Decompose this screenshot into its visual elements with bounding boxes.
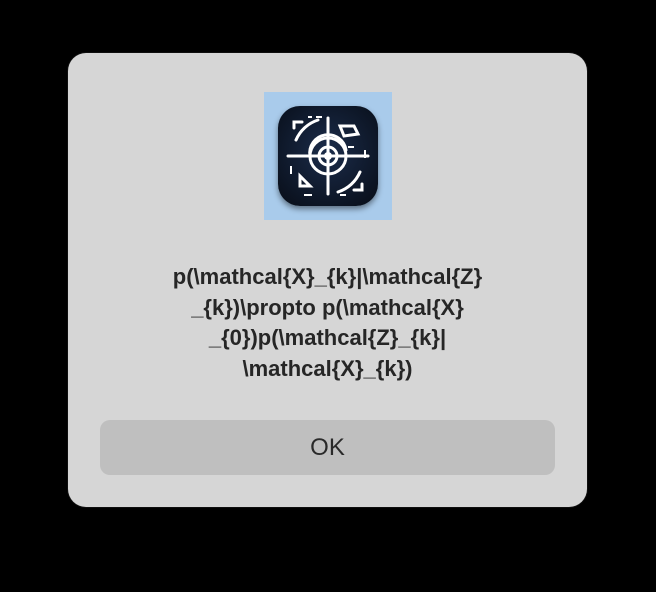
app-logo-tile [278, 106, 378, 206]
alert-message-line: _{0})p(\mathcal{Z}_{k}| [208, 325, 447, 350]
logo-symbol-icon [286, 116, 370, 196]
alert-message-line: p(\mathcal{X}_{k}|\mathcal{Z} [172, 264, 483, 289]
alert-message-line: _{k})\propto p(\mathcal{X} [191, 294, 464, 320]
alert-dialog: p(\mathcal{X}_{k}|\mathcal{Z} _{k})\prop… [68, 53, 587, 507]
alert-message: p(\mathcal{X}_{k}|\mathcal{Z} _{k})\prop… [108, 262, 547, 384]
alert-message-line: \mathcal{X}_{k}) [242, 355, 413, 381]
app-logo-icon [264, 92, 392, 220]
ok-button[interactable]: OK [100, 420, 555, 475]
